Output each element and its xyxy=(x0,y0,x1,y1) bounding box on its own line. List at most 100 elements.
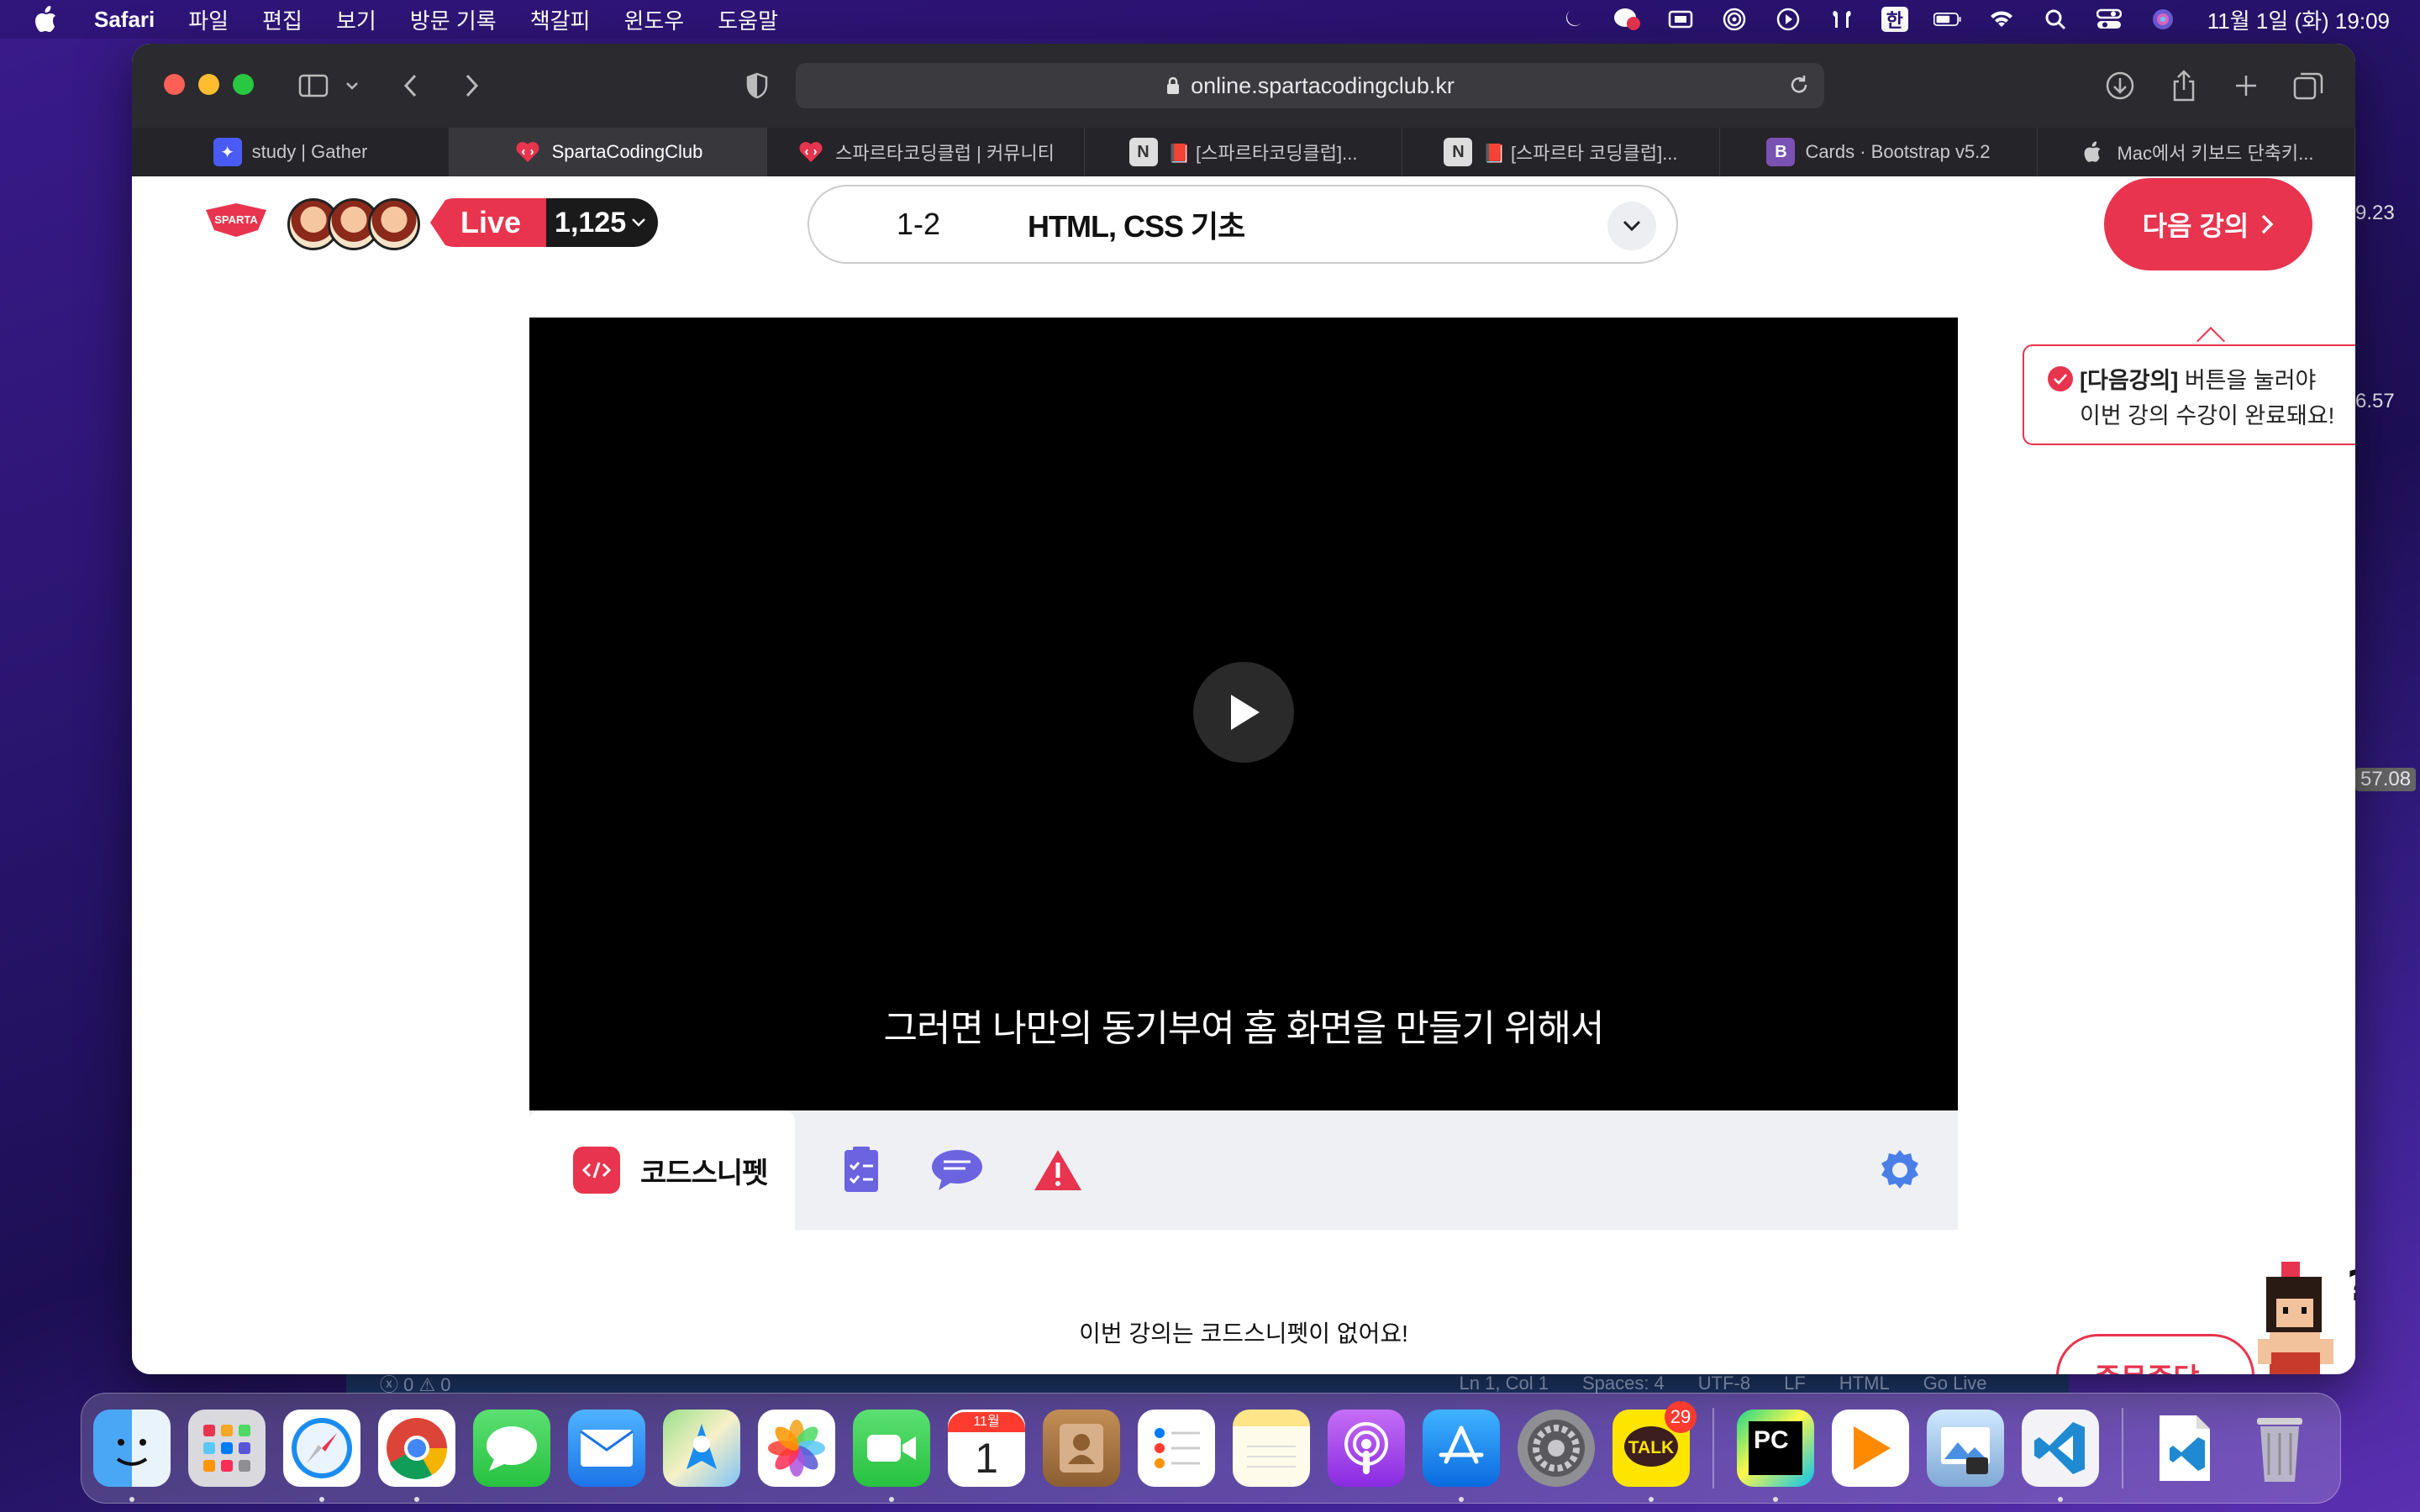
menubar-status-area: 한 11월 1일 (화) 19:09 xyxy=(1559,0,2390,39)
menu-app-name[interactable]: Safari xyxy=(94,7,155,33)
tab-spartacodingclub[interactable]: SpartaCodingClub xyxy=(450,128,767,176)
menu-edit[interactable]: 편집 xyxy=(262,4,302,35)
screen-mirror-icon[interactable] xyxy=(1666,7,1695,32)
gear-icon[interactable] xyxy=(1872,1142,1928,1198)
now-playing-icon[interactable] xyxy=(1774,7,1802,32)
lock-icon xyxy=(1167,76,1180,94)
safari-toolbar: online.spartacodingclub.kr xyxy=(132,44,2355,128)
lecture-selector[interactable]: 1-2 HTML, CSS 기초 xyxy=(808,185,1678,264)
chrome-icon[interactable] xyxy=(378,1410,455,1502)
notes-icon[interactable] xyxy=(1233,1410,1310,1487)
menu-window[interactable]: 윈도우 xyxy=(623,4,684,35)
tab-code-snippet-label: 코드스니펫 xyxy=(640,1157,768,1189)
pycharm-icon[interactable]: PC xyxy=(1737,1410,1814,1502)
mascot-character-icon[interactable]: ? xyxy=(2233,1258,2355,1374)
instant-qa-button[interactable]: 즉문즉답 xyxy=(2056,1334,2254,1374)
contacts-icon[interactable] xyxy=(1043,1410,1120,1487)
app-store-icon[interactable] xyxy=(1423,1410,1500,1502)
running-indicator xyxy=(889,1497,894,1502)
apple-menu-icon[interactable] xyxy=(34,5,59,34)
maps-icon[interactable] xyxy=(663,1410,740,1487)
new-tab-icon[interactable] xyxy=(2228,67,2265,104)
privacy-shield-icon[interactable] xyxy=(740,67,774,104)
running-indicator xyxy=(1649,1497,1654,1502)
running-indicator xyxy=(414,1497,419,1502)
control-center-icon[interactable] xyxy=(2095,7,2123,32)
menu-view[interactable]: 보기 xyxy=(336,4,376,35)
minimize-window-button[interactable] xyxy=(198,74,219,95)
address-bar[interactable]: online.spartacodingclub.kr xyxy=(796,63,1824,108)
warning-icon[interactable] xyxy=(1030,1142,1086,1198)
preview-icon[interactable] xyxy=(1927,1410,2004,1487)
infuse-player-icon[interactable] xyxy=(1832,1410,1909,1487)
tab-gather[interactable]: ✦ study | Gather xyxy=(132,128,450,176)
safari-icon[interactable] xyxy=(283,1410,360,1502)
reload-icon[interactable] xyxy=(1787,73,1811,97)
instant-qa-label: 즉문즉답 xyxy=(2094,1356,2199,1375)
input-source-icon[interactable]: 한 xyxy=(1881,7,1908,32)
zoom-window-button[interactable] xyxy=(233,74,254,95)
vscode-status-bar: ⓧ 0 ⚠ 0 Ln 1, Col 1 Spaces: 4 UTF-8 LF H… xyxy=(346,1373,2069,1395)
share-icon[interactable] xyxy=(2165,67,2202,104)
chevron-down-icon[interactable] xyxy=(342,67,362,104)
kakaotalk-icon[interactable]: TALK 29 xyxy=(1612,1401,1697,1502)
forward-button[interactable] xyxy=(456,67,487,104)
facetime-icon[interactable] xyxy=(853,1410,930,1502)
mail-icon[interactable] xyxy=(568,1410,645,1487)
url-text: online.spartacodingclub.kr xyxy=(1191,72,1455,98)
podcasts-icon[interactable] xyxy=(1328,1410,1405,1487)
vscode-icon[interactable] xyxy=(2022,1410,2099,1502)
airdrop-icon[interactable] xyxy=(1720,7,1749,32)
tab-apple-support[interactable]: Mac에서 키보드 단축키... xyxy=(2038,128,2355,176)
vscode-encoding: UTF-8 xyxy=(1697,1373,1751,1394)
live-viewers-badge[interactable]: Live 1,125 xyxy=(430,198,659,247)
wifi-icon[interactable] xyxy=(1987,7,2016,32)
tab-label: 📕 [스파르타코딩클럽]... xyxy=(1167,143,1358,164)
moon-icon[interactable] xyxy=(1559,7,1587,32)
code-icon xyxy=(573,1147,620,1194)
vscode-go-live: Go Live xyxy=(1923,1373,1987,1394)
calendar-icon[interactable]: 11월 1 xyxy=(948,1410,1025,1487)
live-count-value: 1,125 xyxy=(555,206,627,239)
tooltip-bold: [다음강의] xyxy=(2080,368,2179,393)
launchpad-icon[interactable] xyxy=(188,1410,266,1487)
reminders-icon[interactable] xyxy=(1138,1410,1215,1487)
live-label: Live xyxy=(430,198,547,247)
system-preferences-icon[interactable] xyxy=(1518,1410,1595,1487)
tab-overview-icon[interactable] xyxy=(2290,67,2327,104)
messages-icon[interactable] xyxy=(473,1410,550,1487)
sparta-logo[interactable]: SPARTA xyxy=(203,200,270,240)
airpods-icon[interactable] xyxy=(1828,7,1856,32)
next-lecture-button[interactable]: 다음 강의 xyxy=(2104,178,2312,270)
notion-icon: N xyxy=(1444,138,1473,166)
siri-icon[interactable] xyxy=(2149,7,2177,32)
tab-bootstrap[interactable]: B Cards · Bootstrap v5.2 xyxy=(1720,128,2038,176)
vscode-folder-icon[interactable] xyxy=(2146,1410,2223,1487)
search-icon[interactable] xyxy=(2041,7,2070,32)
downloads-icon[interactable] xyxy=(2102,67,2139,104)
background-window-value: 57.08 xyxy=(2355,768,2417,791)
video-player[interactable]: 그러면 나만의 동기부여 홈 화면을 만들기 위해서 xyxy=(529,318,1958,1110)
lecture-tools-panel: 코드스니펫 이번 강의는 코드스니펫이 없어요! xyxy=(529,1110,1958,1374)
back-button[interactable] xyxy=(396,67,426,104)
photos-icon[interactable] xyxy=(758,1410,835,1487)
trash-icon[interactable] xyxy=(2241,1410,2318,1487)
sidebar-toggle-icon[interactable] xyxy=(295,67,332,104)
finder-icon[interactable] xyxy=(93,1410,171,1502)
tab-code-snippet[interactable]: 코드스니펫 xyxy=(529,1110,795,1230)
chat-icon[interactable] xyxy=(929,1142,985,1198)
chevron-down-icon[interactable] xyxy=(1607,202,1656,250)
menubar-clock[interactable]: 11월 1일 (화) 19:09 xyxy=(2207,4,2390,35)
close-window-button[interactable] xyxy=(164,74,185,95)
menu-help[interactable]: 도움말 xyxy=(718,4,778,35)
checklist-icon[interactable] xyxy=(834,1142,889,1198)
menu-bookmarks[interactable]: 책갈피 xyxy=(530,4,591,35)
tab-notion-1[interactable]: N 📕 [스파르타코딩클럽]... xyxy=(1085,128,1402,176)
tab-notion-2[interactable]: N 📕 [스파르타 코딩클럽]... xyxy=(1402,128,1720,176)
menu-file[interactable]: 파일 xyxy=(188,4,229,35)
tab-sparta-community[interactable]: 스파르타코딩클럽 | 커뮤니티 xyxy=(767,128,1085,176)
menu-history[interactable]: 방문 기록 xyxy=(410,4,497,35)
play-button[interactable] xyxy=(1193,662,1294,763)
chat-notification-icon[interactable] xyxy=(1612,7,1641,32)
battery-icon[interactable] xyxy=(1933,7,1962,32)
